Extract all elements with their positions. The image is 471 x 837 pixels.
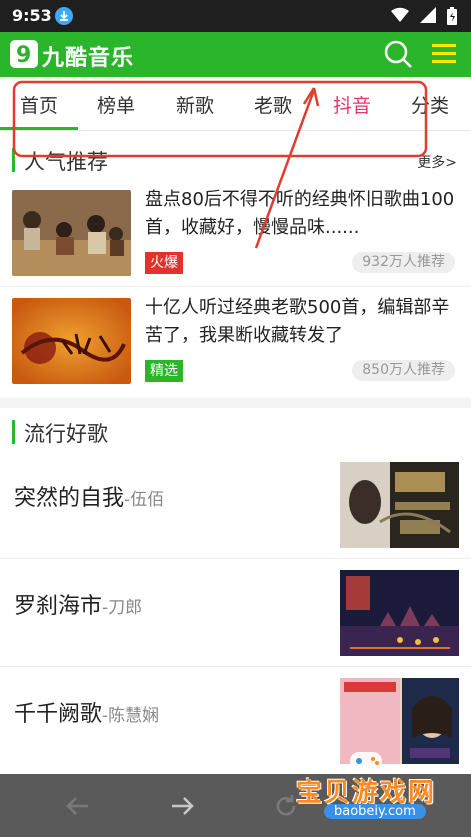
section-title: 流行好歌: [24, 422, 108, 446]
tab-category[interactable]: 分类: [411, 91, 449, 118]
menu-button[interactable]: [430, 40, 458, 68]
hot-badge: 火爆: [145, 252, 183, 274]
svg-text:9: 9: [16, 43, 31, 66]
playlist-card[interactable]: 盘点80后不得不听的经典怀旧歌曲100首，收藏好，慢慢品味...... 火爆 9…: [0, 186, 471, 284]
song-title: 突然的自我-伍佰: [14, 486, 165, 511]
status-icons: [385, 7, 457, 25]
song-artist: -伍佰: [124, 490, 165, 510]
divider: [0, 558, 471, 559]
popular-section-header: 流行好歌: [0, 414, 471, 452]
search-icon: [384, 40, 412, 68]
playlist-thumbnail: [12, 298, 131, 384]
playlist-title: 盘点80后不得不听的经典怀旧歌曲100首，收藏好，慢慢品味......: [145, 189, 455, 238]
song-cover: [340, 462, 459, 548]
app-header: 9 九酷音乐: [0, 32, 471, 77]
tab-new-songs[interactable]: 新歌: [176, 91, 214, 118]
active-tab-indicator: [0, 127, 78, 130]
category-tabs: 首页 榜单 新歌 老歌 抖音 分类: [0, 77, 471, 131]
song-title: 千千阙歌-陈慧娴: [14, 702, 160, 727]
tab-douyin[interactable]: 抖音: [333, 91, 371, 118]
download-icon: [55, 7, 73, 25]
song-row[interactable]: 突然的自我-伍佰: [0, 456, 471, 564]
tab-old-songs[interactable]: 老歌: [254, 91, 292, 118]
back-button[interactable]: [64, 792, 92, 820]
arrow-left-icon: [66, 797, 88, 815]
divider: [0, 286, 471, 287]
recommend-count: 932万人推荐: [352, 252, 455, 273]
battery-icon: [447, 7, 457, 25]
section-accent-bar: [12, 420, 15, 444]
playlist-thumbnail: [12, 190, 131, 276]
song-artist: -陈慧娴: [102, 706, 160, 726]
playlist-title: 十亿人听过经典老歌500首，编辑部辛苦了，我果断收藏转发了: [145, 297, 450, 346]
wifi-icon: [390, 7, 409, 23]
more-link[interactable]: 更多>: [417, 152, 457, 172]
forward-button[interactable]: [168, 792, 196, 820]
song-title: 罗刹海市-刀郎: [14, 594, 143, 619]
section-title: 人气推荐: [24, 150, 108, 174]
section-accent-bar: [12, 148, 15, 172]
pick-badge: 精选: [145, 360, 183, 382]
status-time: 9:53: [12, 6, 52, 25]
watermark: 宝贝游戏网 baobeiy.com: [296, 752, 466, 822]
signal-icon: [419, 7, 436, 23]
status-bar: 9:53: [0, 0, 471, 32]
arrow-right-icon: [172, 797, 194, 815]
tab-charts[interactable]: 榜单: [97, 91, 135, 118]
recommend-count: 850万人推荐: [352, 360, 455, 381]
song-row[interactable]: 罗刹海市-刀郎: [0, 564, 471, 672]
search-button[interactable]: [382, 38, 414, 70]
tab-home[interactable]: 首页: [20, 91, 58, 118]
song-cover: [340, 570, 459, 656]
menu-icon: [432, 44, 456, 63]
app-logo-icon: 9: [10, 40, 38, 68]
app-title: 九酷音乐: [42, 46, 135, 71]
divider: [0, 666, 471, 667]
song-artist: -刀郎: [102, 598, 143, 618]
playlist-card[interactable]: 十亿人听过经典老歌500首，编辑部辛苦了，我果断收藏转发了 精选 850万人推荐: [0, 294, 471, 392]
section-gap: [0, 398, 471, 408]
recommend-section-header: 人气推荐 更多>: [0, 142, 471, 180]
watermark-url: baobeiy.com: [324, 804, 426, 819]
